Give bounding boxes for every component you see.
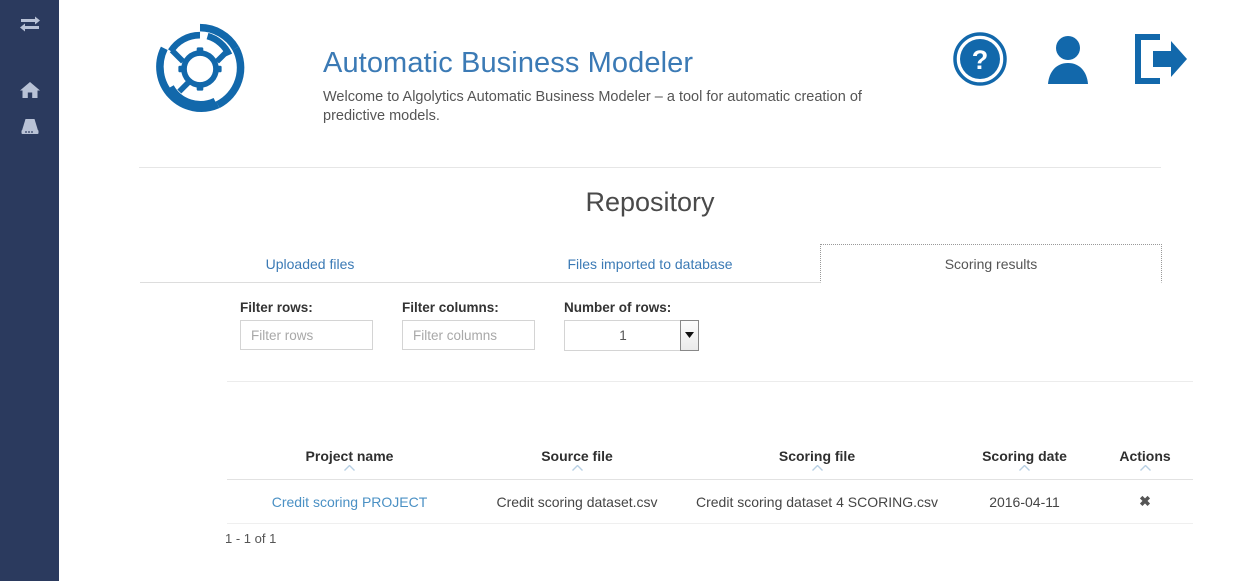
table-header-row: Project name Source file Scoring file Sc…: [227, 441, 1193, 480]
sidebar-item-toggle[interactable]: [0, 6, 59, 42]
column-label: Source file: [472, 441, 682, 464]
tab-uploaded-files[interactable]: Uploaded files: [140, 244, 480, 283]
sort-asc-icon: [572, 465, 583, 471]
column-header-actions[interactable]: Actions: [1097, 441, 1193, 480]
filter-rows-group: Filter rows:: [240, 300, 373, 350]
filter-rows-label: Filter rows:: [240, 300, 373, 315]
column-header-scoring-file[interactable]: Scoring file: [682, 441, 952, 480]
filter-columns-group: Filter columns:: [402, 300, 535, 350]
sidebar: [0, 0, 59, 581]
cell-source-file: Credit scoring dataset.csv: [472, 480, 682, 524]
column-header-project-name[interactable]: Project name: [227, 441, 472, 480]
header-icon-group: ?: [889, 30, 1179, 100]
number-of-rows-select[interactable]: 1: [564, 320, 699, 351]
page-app-subtitle: Welcome to Algolytics Automatic Business…: [323, 88, 883, 126]
header-divider: [139, 167, 1161, 168]
column-label: Actions: [1097, 441, 1193, 464]
tab-files-imported-to-database[interactable]: Files imported to database: [480, 244, 820, 283]
filter-rows-input[interactable]: [240, 320, 373, 350]
chevron-down-icon[interactable]: [680, 320, 699, 351]
sort-asc-icon: [344, 465, 355, 471]
column-header-source-file[interactable]: Source file: [472, 441, 682, 480]
help-icon[interactable]: ?: [951, 30, 1009, 93]
exchange-arrows-icon: [19, 14, 41, 34]
logout-icon[interactable]: [1129, 30, 1191, 93]
main-content: Automatic Business Modeler Welcome to Al…: [59, 0, 1241, 581]
page-app-title: Automatic Business Modeler: [323, 47, 693, 80]
filter-columns-input[interactable]: [402, 320, 535, 350]
number-of-rows-group: Number of rows: 1: [564, 300, 699, 351]
delete-icon[interactable]: ✖: [1139, 493, 1151, 510]
number-of-rows-value[interactable]: 1: [564, 320, 682, 351]
column-label: Scoring date: [952, 441, 1097, 464]
tab-scoring-results[interactable]: Scoring results: [820, 244, 1162, 283]
tab-label: Uploaded files: [266, 256, 355, 272]
sort-asc-icon: [1019, 465, 1030, 471]
sort-asc-icon: [1140, 465, 1151, 471]
project-link[interactable]: Credit scoring PROJECT: [272, 494, 428, 510]
scoring-results-table: Project name Source file Scoring file Sc…: [227, 441, 1193, 524]
sidebar-item-database[interactable]: [0, 108, 59, 144]
user-icon[interactable]: [1039, 30, 1097, 93]
page-title: Repository: [59, 187, 1241, 218]
column-label: Project name: [227, 441, 472, 464]
cell-project-name: Credit scoring PROJECT: [227, 480, 472, 524]
filters-divider: [227, 381, 1193, 382]
svg-text:?: ?: [972, 45, 989, 75]
cell-scoring-file: Credit scoring dataset 4 SCORING.csv: [682, 480, 952, 524]
column-header-scoring-date[interactable]: Scoring date: [952, 441, 1097, 480]
home-icon: [19, 80, 41, 100]
app-header: Automatic Business Modeler Welcome to Al…: [59, 0, 1241, 163]
filter-columns-label: Filter columns:: [402, 300, 535, 315]
pagination-summary: 1 - 1 of 1: [225, 531, 276, 546]
cell-scoring-date: 2016-04-11: [952, 480, 1097, 524]
column-label: Scoring file: [682, 441, 952, 464]
sidebar-item-home[interactable]: [0, 72, 59, 108]
tab-label: Files imported to database: [568, 256, 733, 272]
repository-tabs: Uploaded files Files imported to databas…: [140, 244, 1162, 283]
cell-actions: ✖: [1097, 480, 1193, 524]
database-icon: [19, 116, 41, 136]
tab-label: Scoring results: [945, 256, 1038, 272]
number-of-rows-label: Number of rows:: [564, 300, 699, 315]
table-row: Credit scoring PROJECT Credit scoring da…: [227, 480, 1193, 524]
sort-asc-icon: [812, 465, 823, 471]
algolytics-logo-icon: [153, 22, 247, 116]
